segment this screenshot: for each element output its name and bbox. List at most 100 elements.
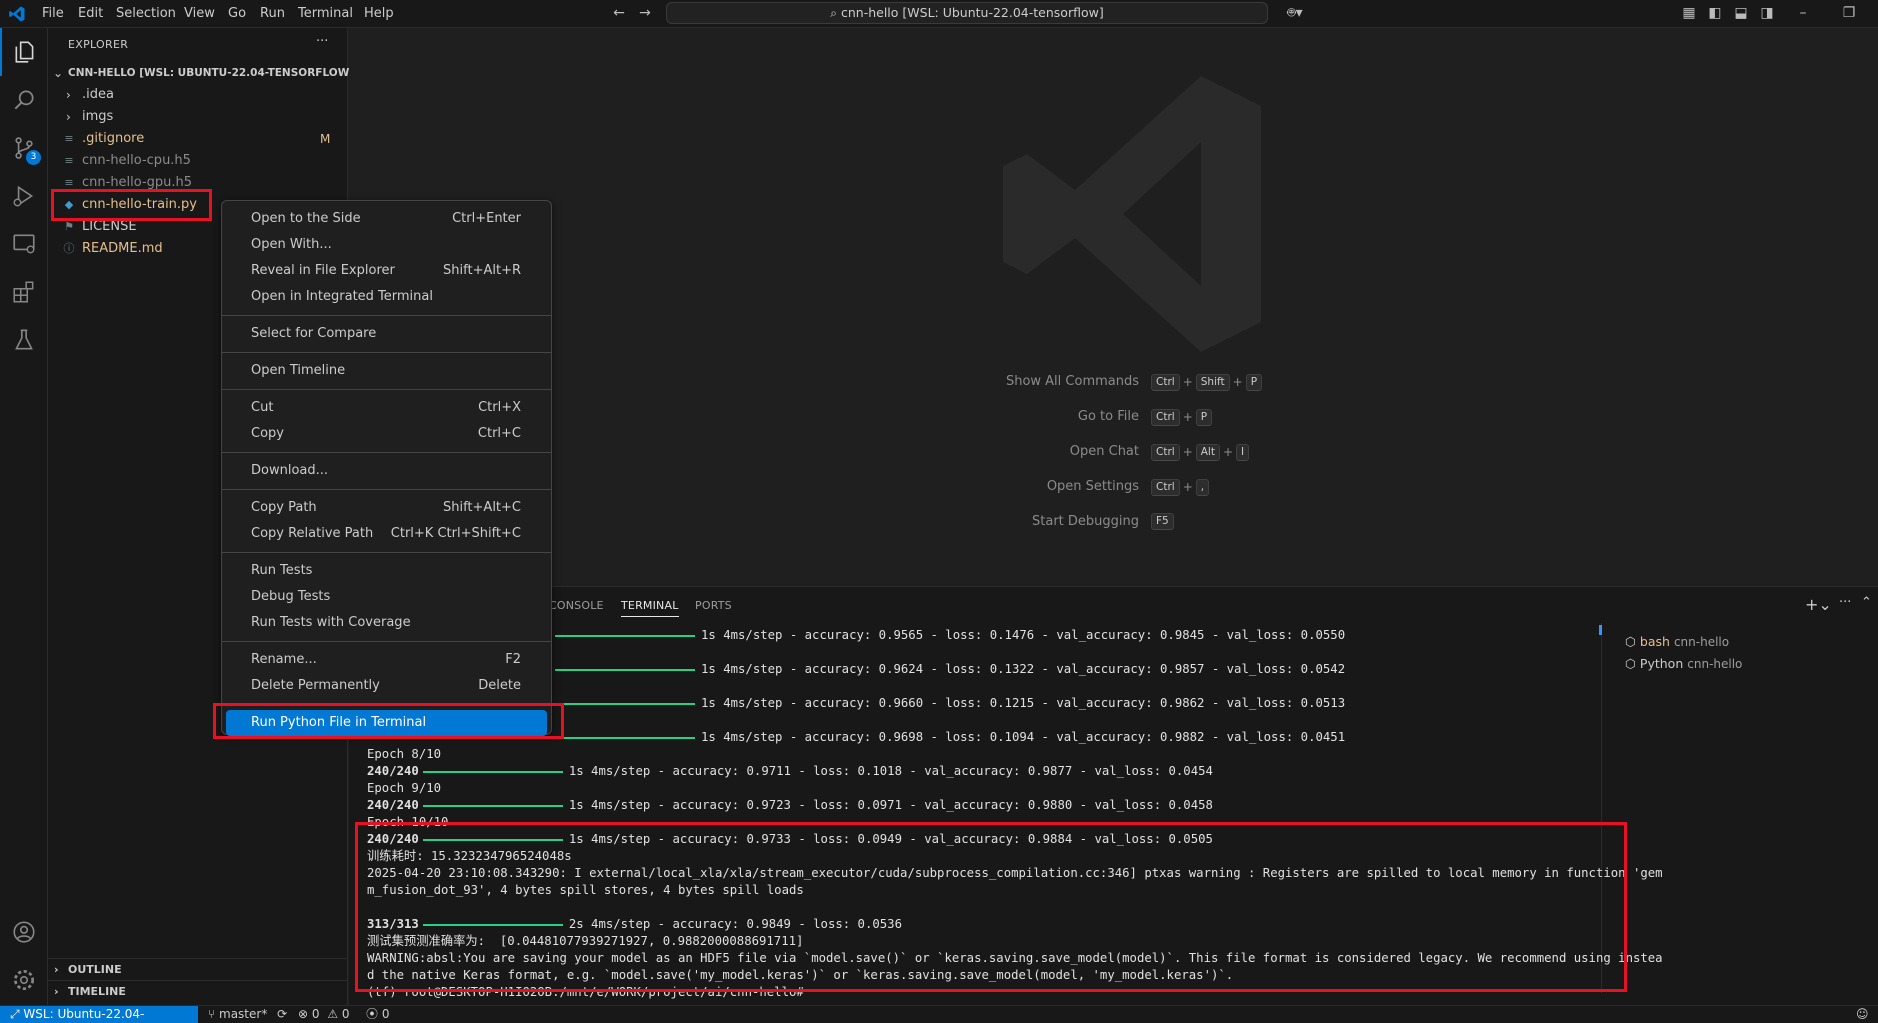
timeline-section[interactable]: › TIMELINE — [48, 980, 348, 1002]
panel-more-icon[interactable]: ··· — [1839, 595, 1851, 610]
toggle-primary-sidebar-icon[interactable]: ◧ — [1706, 4, 1724, 22]
minimize-icon[interactable]: – — [1794, 4, 1812, 22]
context-menu-item[interactable]: Open in Integrated Terminal — [226, 284, 547, 310]
accounts-icon[interactable] — [0, 908, 48, 956]
tree-item-label: .gitignore — [82, 131, 145, 146]
git-modified-badge: M — [320, 132, 331, 146]
menu-item-label: Delete Permanently — [251, 678, 380, 693]
copilot-icon[interactable]: 🤖︎▾ — [1280, 4, 1310, 22]
terminal-instance[interactable]: ⬡ bash cnn-hello — [1625, 631, 1729, 653]
context-menu-item[interactable]: Run Tests — [226, 558, 547, 584]
explorer-title: EXPLORER — [68, 38, 129, 51]
context-menu-item[interactable]: Open to the Side Ctrl+Enter — [226, 206, 547, 232]
keybinding: I — [1236, 444, 1250, 461]
tree-item-label: .idea — [82, 87, 114, 102]
tree-item-label: cnn-hello-train.py — [82, 197, 198, 212]
context-menu-item[interactable]: Run Tests with Coverage — [226, 610, 547, 636]
terminal-icon: ⬡ — [1625, 656, 1636, 671]
outline-section[interactable]: › OUTLINE — [48, 958, 348, 980]
tree-item-folder[interactable]: › .idea — [48, 84, 348, 106]
terminal-line: 313/313 2s 4ms/step - accuracy: 0.9849 - … — [367, 916, 902, 933]
context-menu-item[interactable]: Reveal in File Explorer Shift+Alt+R — [226, 258, 547, 284]
context-menu-item[interactable]: Copy Relative Path Ctrl+K Ctrl+Shift+C — [226, 521, 547, 547]
menu-item-6[interactable]: Terminal — [298, 0, 353, 28]
progress-stats: 1s 4ms/step - accuracy: 0.9711 - loss: 0… — [568, 764, 1213, 778]
menu-item-label: Rename... — [251, 652, 317, 667]
menu-item-4[interactable]: Go — [228, 0, 246, 28]
progress-count: 240/240 — [367, 764, 419, 778]
explorer-more-icon[interactable]: ··· — [316, 34, 328, 49]
menu-item-1[interactable]: Edit — [78, 0, 103, 28]
context-menu-item[interactable]: Delete Permanently Delete — [226, 673, 547, 699]
remote-indicator[interactable]: ⤢ WSL: Ubuntu-22.04-tensorflow — [0, 1006, 198, 1023]
workspace-root[interactable]: ⌄ CNN-HELLO [WSL: UBUNTU-22.04-TENSORFLO… — [48, 62, 354, 84]
menu-item-label: Copy Relative Path — [251, 526, 374, 541]
progress-bar — [555, 736, 695, 739]
context-menu-item[interactable]: Copy Ctrl+C — [226, 421, 547, 447]
forward-arrow-icon[interactable]: → — [636, 4, 654, 22]
menu-item-label: Run Python File in Terminal — [251, 715, 427, 730]
restore-icon[interactable]: ❐ — [1840, 4, 1858, 22]
terminal-instance[interactable]: ⬡ Python cnn-hello — [1625, 653, 1742, 675]
menu-item-5[interactable]: Run — [260, 0, 285, 28]
extensions-icon[interactable] — [0, 268, 48, 316]
context-menu-item[interactable]: Run Python File in Terminal — [226, 710, 547, 736]
context-menu-item[interactable]: Copy Path Shift+Alt+C — [226, 495, 547, 521]
command-center[interactable]: ⌕ cnn-hello [WSL: Ubuntu-22.04-tensorflo… — [666, 2, 1268, 24]
context-menu-item[interactable]: Download... — [226, 458, 547, 484]
remote-explorer-icon[interactable] — [0, 220, 48, 268]
menu-separator — [222, 704, 551, 705]
terminal-text: Epoch 10/10 — [367, 815, 449, 829]
maximize-panel-icon[interactable]: ⌃ — [1861, 595, 1872, 610]
context-menu-item[interactable]: Cut Ctrl+X — [226, 395, 547, 421]
terminal-text: (tf) root@DESKTOP-H1IO2OB:/mnt/e/WORK/pr… — [367, 985, 804, 999]
customize-layout-icon[interactable]: ▦ — [1680, 4, 1698, 22]
panel-tab-0[interactable]: CONSOLE — [549, 599, 604, 612]
hint-keys: Ctrl + P — [1149, 407, 1214, 428]
hint-keys: Ctrl + Shift + P — [1149, 372, 1264, 393]
settings-gear-icon[interactable] — [0, 956, 48, 1004]
testing-icon[interactable] — [0, 316, 48, 364]
editor-area: Show All Commands Ctrl + Shift + P Go to File C… — [349, 28, 1878, 586]
keybinding: P — [1195, 409, 1213, 426]
search-icon[interactable] — [0, 76, 48, 124]
menu-item-3[interactable]: View — [184, 0, 215, 28]
terminal-text: WARNING:absl:You are saving your model a… — [367, 951, 1663, 965]
context-menu-item[interactable]: Open Timeline — [226, 358, 547, 384]
progress-count: 240/240 — [367, 832, 419, 846]
progress-stats: 1s 4ms/step - accuracy: 0.9624 - loss: 0… — [701, 662, 1346, 676]
menu-item-2[interactable]: Selection — [116, 0, 176, 28]
tree-item-file[interactable]: ≡ cnn-hello-cpu.h5 — [48, 150, 348, 172]
vscode-logo-icon — [8, 5, 26, 23]
explorer-icon[interactable] — [0, 28, 48, 76]
progress-count: 240/240 — [367, 798, 419, 812]
context-menu-item[interactable]: Open With... — [226, 232, 547, 258]
back-arrow-icon[interactable]: ← — [610, 4, 628, 22]
welcome-hint: Start Debugging F5 — [919, 512, 1339, 532]
copilot-status-icon[interactable]: ☺ — [1856, 1006, 1869, 1023]
new-terminal-icon[interactable]: +⌄ — [1805, 595, 1832, 614]
ports-indicator[interactable]: ⦿ 0 — [366, 1006, 389, 1023]
panel-tab-1[interactable]: TERMINAL — [621, 599, 679, 617]
ports-count: 0 — [381, 1007, 390, 1021]
run-debug-icon[interactable] — [0, 172, 48, 220]
tree-item-file[interactable]: ≡ cnn-hello-gpu.h5 — [48, 172, 348, 194]
terminal-line: 2025-04-20 23:10:08.343290: I external/l… — [367, 865, 1663, 882]
context-menu-item[interactable]: Debug Tests — [226, 584, 547, 610]
branch-indicator[interactable]: ⑂ master* ⟳ — [208, 1006, 287, 1023]
warning-count: 0 — [341, 1007, 350, 1021]
terminal-divider — [1601, 623, 1602, 993]
toggle-secondary-sidebar-icon[interactable]: ◨ — [1758, 4, 1776, 22]
context-menu-item[interactable]: Rename... F2 — [226, 647, 547, 673]
source-control-icon[interactable]: 3 — [0, 124, 48, 172]
context-menu-item[interactable]: Select for Compare — [226, 321, 547, 347]
panel-tab-2[interactable]: PORTS — [695, 599, 732, 612]
toggle-panel-icon[interactable]: ⬓ — [1732, 4, 1750, 22]
tree-item-folder[interactable]: › imgs — [48, 106, 348, 128]
problems-indicator[interactable]: ⊗ 0 ⚠ 0 — [298, 1006, 350, 1023]
menu-item-0[interactable]: File — [42, 0, 64, 28]
tree-item-file[interactable]: ≡ .gitignore M — [48, 128, 348, 150]
menu-item-7[interactable]: Help — [364, 0, 394, 28]
menu-item-label: Copy Path — [251, 500, 317, 515]
tree-item-label: cnn-hello-gpu.h5 — [82, 175, 193, 190]
